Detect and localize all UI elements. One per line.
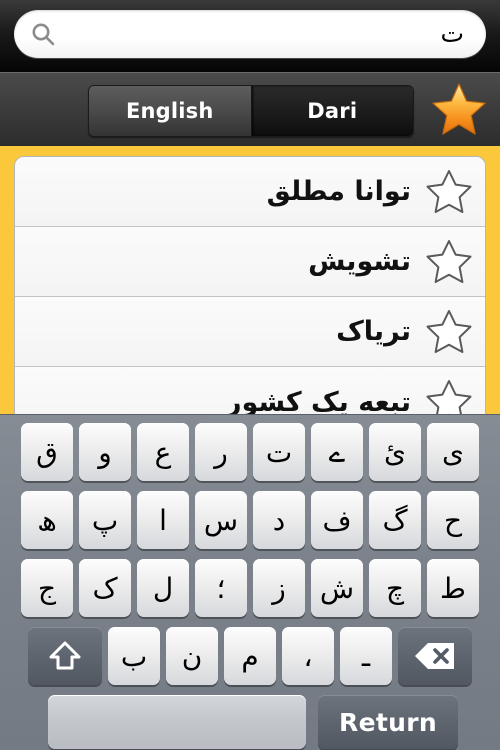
key-2-4[interactable]: س bbox=[195, 491, 247, 549]
key-4-2[interactable]: ن bbox=[166, 627, 218, 685]
return-key[interactable]: Return bbox=[318, 695, 458, 749]
search-input-value[interactable]: ت bbox=[14, 10, 486, 58]
key-1-1[interactable]: ق bbox=[21, 423, 73, 481]
tab-english[interactable]: English bbox=[89, 86, 251, 136]
backspace-key[interactable] bbox=[398, 627, 472, 685]
key-2-6[interactable]: ف bbox=[311, 491, 363, 549]
star-outline-icon[interactable] bbox=[423, 166, 475, 218]
search-bar: ت bbox=[0, 0, 500, 72]
key-1-5[interactable]: ت bbox=[253, 423, 305, 481]
keyboard-row-5: Return bbox=[0, 693, 500, 750]
backspace-delete-icon bbox=[414, 641, 456, 671]
key-4-4[interactable]: ، bbox=[282, 627, 334, 685]
list-item[interactable]: تریاک bbox=[15, 297, 485, 367]
key-2-8[interactable]: ح bbox=[427, 491, 479, 549]
search-input[interactable]: ت bbox=[14, 10, 486, 58]
language-segmented-control[interactable]: English Dari bbox=[88, 85, 414, 137]
keyboard-row-4: ب ن م ، ـ bbox=[0, 625, 500, 687]
results-list-area: توانا مطلق تشویش تریاک تبعه یک کشور bbox=[0, 146, 500, 414]
on-screen-keyboard: ق و ع ر ت ے ئ ی ھ پ ا س د ف گ ح ج ک ل ؛ … bbox=[0, 414, 500, 750]
key-3-7[interactable]: چ bbox=[369, 559, 421, 617]
key-1-4[interactable]: ر bbox=[195, 423, 247, 481]
list-item[interactable]: تشویش bbox=[15, 227, 485, 297]
key-4-1[interactable]: ب bbox=[108, 627, 160, 685]
star-outline-icon[interactable] bbox=[423, 376, 475, 414]
key-2-1[interactable]: ھ bbox=[21, 491, 73, 549]
key-1-2[interactable]: و bbox=[79, 423, 131, 481]
tab-dari[interactable]: Dari bbox=[251, 86, 413, 136]
key-1-7[interactable]: ئ bbox=[369, 423, 421, 481]
star-filled-icon[interactable] bbox=[430, 81, 488, 139]
search-icon bbox=[30, 21, 56, 47]
star-outline-icon[interactable] bbox=[423, 306, 475, 358]
toolbar: English Dari bbox=[0, 72, 500, 147]
shift-key[interactable] bbox=[28, 627, 102, 685]
star-outline-icon[interactable] bbox=[423, 236, 475, 288]
list-item[interactable]: تبعه یک کشور bbox=[15, 367, 485, 414]
keyboard-row-3: ج ک ل ؛ ز ش چ ط bbox=[0, 557, 500, 619]
keyboard-row-2: ھ پ ا س د ف گ ح bbox=[0, 489, 500, 551]
key-2-7[interactable]: گ bbox=[369, 491, 421, 549]
key-2-2[interactable]: پ bbox=[79, 491, 131, 549]
list-item-label: تبعه یک کشور bbox=[225, 386, 411, 415]
key-3-2[interactable]: ک bbox=[79, 559, 131, 617]
key-2-3[interactable]: ا bbox=[137, 491, 189, 549]
space-key[interactable] bbox=[48, 695, 306, 749]
key-3-8[interactable]: ط bbox=[427, 559, 479, 617]
list-item-label: تریاک bbox=[336, 316, 411, 347]
list-item-label: توانا مطلق bbox=[266, 176, 411, 207]
key-3-6[interactable]: ش bbox=[311, 559, 363, 617]
list-item-label: تشویش bbox=[308, 246, 411, 277]
key-4-3[interactable]: م bbox=[224, 627, 276, 685]
key-1-3[interactable]: ع bbox=[137, 423, 189, 481]
key-3-4[interactable]: ؛ bbox=[195, 559, 247, 617]
list-item[interactable]: توانا مطلق bbox=[15, 157, 485, 227]
keyboard-row-1: ق و ع ر ت ے ئ ی bbox=[0, 421, 500, 483]
key-1-8[interactable]: ی bbox=[427, 423, 479, 481]
key-4-5[interactable]: ـ bbox=[340, 627, 392, 685]
shift-up-arrow-icon bbox=[48, 640, 82, 672]
key-1-6[interactable]: ے bbox=[311, 423, 363, 481]
key-3-3[interactable]: ل bbox=[137, 559, 189, 617]
key-3-1[interactable]: ج bbox=[21, 559, 73, 617]
app-screen: ت English Dari توانا مطلق تشویش تریاک تب… bbox=[0, 0, 500, 750]
key-3-5[interactable]: ز bbox=[253, 559, 305, 617]
results-list: توانا مطلق تشویش تریاک تبعه یک کشور bbox=[14, 156, 486, 414]
key-2-5[interactable]: د bbox=[253, 491, 305, 549]
